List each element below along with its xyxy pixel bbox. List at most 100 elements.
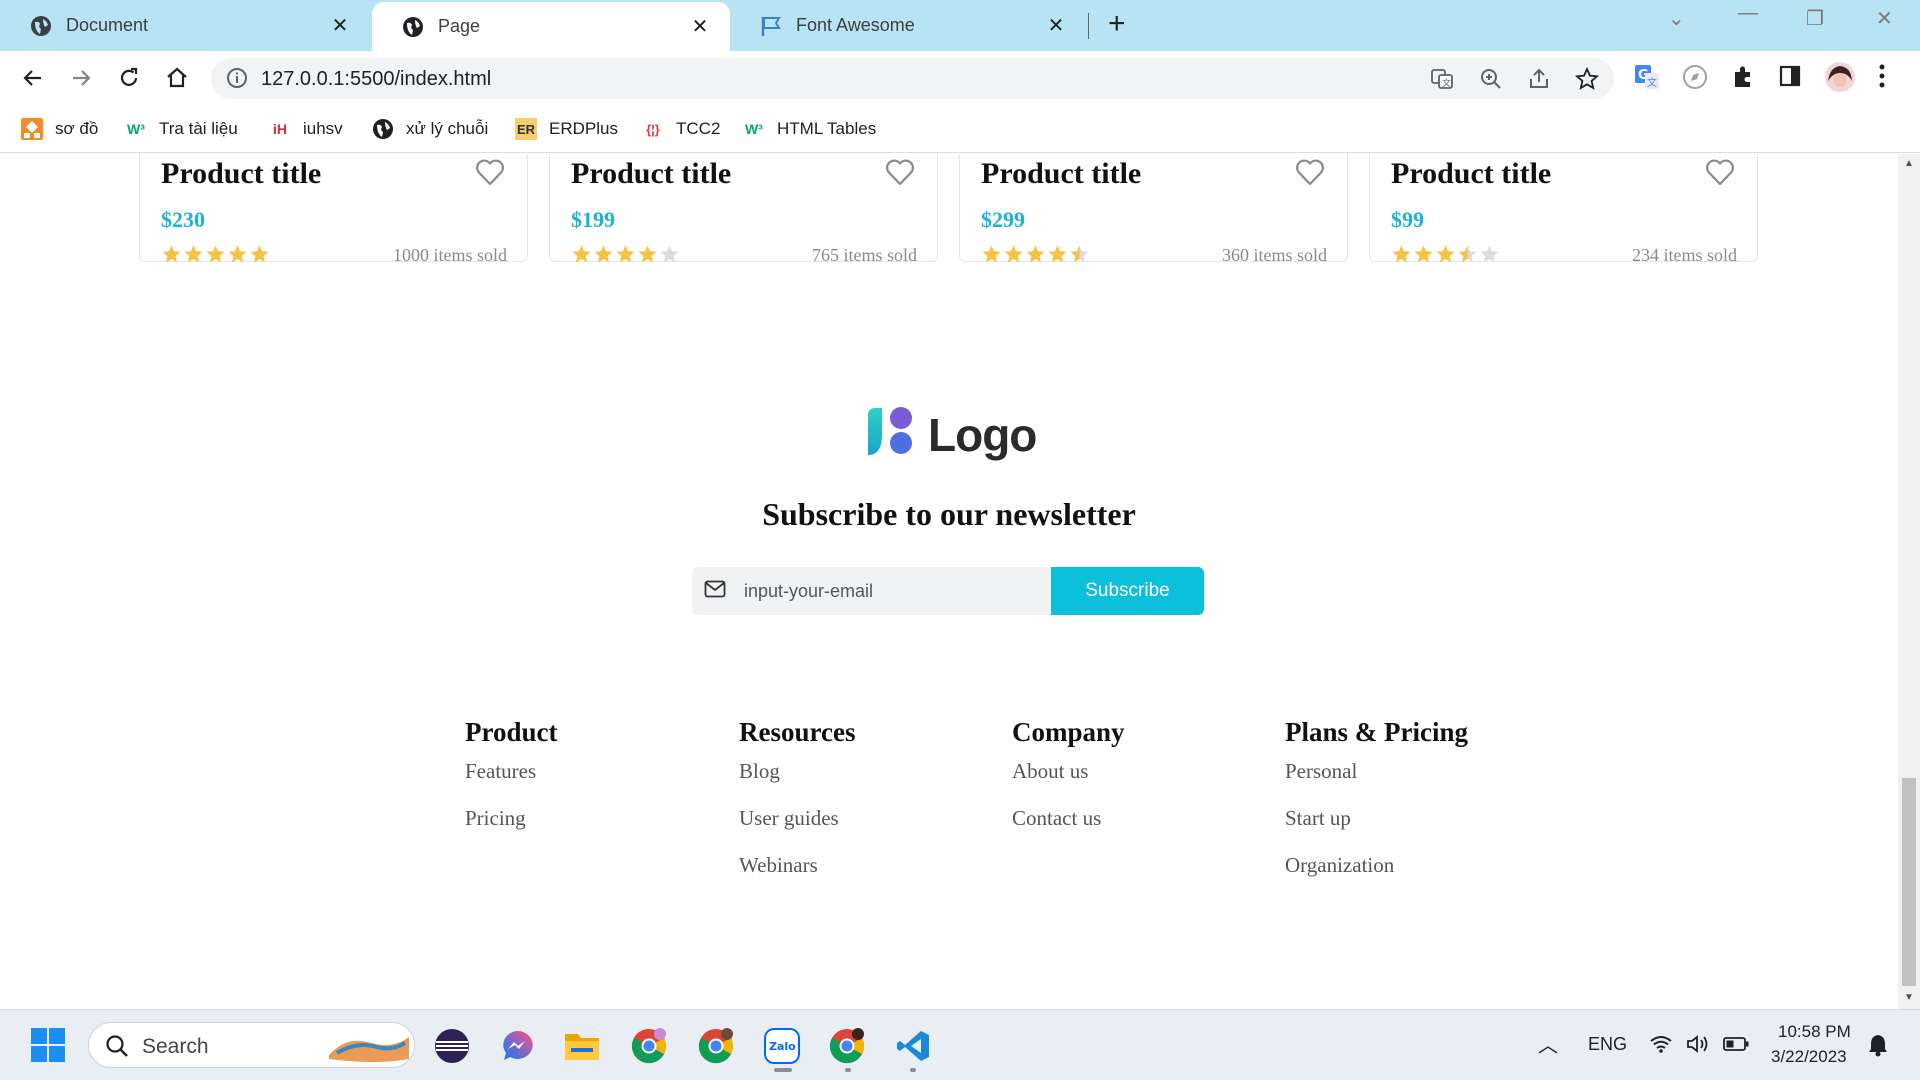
wifi-icon[interactable] — [1649, 1034, 1673, 1059]
scroll-up-icon[interactable]: ▲ — [1904, 158, 1914, 169]
product-title: Product title — [981, 157, 1142, 190]
back-button[interactable] — [18, 63, 48, 93]
menu-icon[interactable] — [1878, 63, 1886, 94]
bookmark-iuhsv[interactable]: iH iuhsv — [269, 115, 343, 143]
new-tab-button[interactable]: + — [1108, 9, 1126, 39]
close-icon[interactable]: ✕ — [1044, 13, 1068, 38]
footer-link[interactable]: About us — [1012, 760, 1125, 783]
footer-link[interactable]: Blog — [739, 760, 855, 783]
notification-icon[interactable] — [1867, 1033, 1889, 1062]
footer-logo[interactable]: Logo — [862, 405, 1037, 464]
product-price: $299 — [981, 207, 1025, 232]
translate-icon[interactable]: 文 — [1430, 67, 1454, 96]
minimize-icon[interactable]: — — [1738, 2, 1758, 25]
diagram-icon — [21, 118, 43, 140]
clock-time[interactable]: 10:58 PM — [1778, 1022, 1851, 1042]
tab-page[interactable]: Page ✕ — [372, 2, 730, 51]
close-window-icon[interactable]: ✕ — [1876, 6, 1893, 31]
close-icon[interactable]: ✕ — [688, 14, 712, 39]
star-icon — [1047, 244, 1068, 270]
footer-link[interactable]: Webinars — [739, 854, 855, 877]
product-card[interactable]: Product title $99 234 items sold — [1369, 154, 1758, 265]
google-translate-icon[interactable]: G文 — [1634, 64, 1660, 95]
file-explorer-icon[interactable] — [563, 1027, 601, 1065]
vscode-app-icon[interactable] — [894, 1027, 932, 1065]
footer-heading: Resources — [739, 717, 856, 747]
footer-link[interactable]: User guides — [739, 807, 855, 830]
footer-link[interactable]: Contact us — [1012, 807, 1125, 830]
product-card[interactable]: Product title $199 765 items sold — [549, 154, 938, 265]
volume-icon[interactable] — [1686, 1034, 1710, 1059]
search-label: Search — [142, 1035, 209, 1058]
footer-link[interactable]: Start up — [1285, 807, 1468, 830]
home-button[interactable] — [162, 63, 192, 93]
running-indicator — [845, 1068, 851, 1072]
bookmark-xu-ly-chuoi[interactable]: xử lý chuỗi — [372, 115, 488, 143]
zalo-app-icon[interactable]: Zalo — [763, 1027, 801, 1065]
star-bookmark-icon[interactable] — [1574, 66, 1600, 96]
page-scrollbar[interactable]: ▲ ▼ — [1898, 154, 1920, 1009]
heart-icon[interactable] — [1295, 158, 1325, 191]
bookmark-so-do[interactable]: sơ đồ — [21, 115, 98, 143]
footer-column-company: Company About us Contact us — [1012, 717, 1125, 854]
email-field[interactable] — [744, 580, 1024, 602]
svg-text:Zalo: Zalo — [769, 1040, 796, 1053]
heart-icon[interactable] — [885, 158, 915, 191]
side-panel-icon[interactable] — [1778, 64, 1802, 93]
reload-button[interactable] — [114, 63, 144, 93]
bookmark-label: ERDPlus — [549, 119, 618, 138]
tab-document[interactable]: Document ✕ — [0, 0, 370, 51]
subscribe-button[interactable]: Subscribe — [1051, 567, 1204, 615]
footer-link[interactable]: Personal — [1285, 760, 1468, 783]
bookmark-erdplus[interactable]: ER ERDPlus — [515, 115, 618, 143]
product-price: $199 — [571, 207, 615, 232]
heart-icon[interactable] — [1705, 158, 1735, 191]
product-card[interactable]: Product title $230 1000 items sold — [139, 154, 528, 265]
star-rating — [981, 244, 1090, 270]
language-indicator[interactable]: ENG — [1588, 1034, 1627, 1055]
restore-icon[interactable]: ❐ — [1806, 6, 1824, 31]
iuh-icon: iH — [273, 121, 287, 137]
footer-link[interactable]: Pricing — [465, 807, 558, 830]
forward-button[interactable] — [66, 63, 96, 93]
star-icon — [161, 244, 182, 270]
w3-icon: W³ — [127, 121, 145, 137]
tab-title: Page — [438, 16, 481, 36]
taskbar-search[interactable]: Search — [88, 1022, 415, 1068]
info-icon[interactable] — [226, 67, 248, 94]
chrome-profile-icon[interactable] — [697, 1027, 735, 1065]
profile-avatar[interactable] — [1824, 61, 1856, 98]
chevron-up-icon[interactable]: ︿ — [1538, 1029, 1558, 1058]
envelope-icon — [704, 580, 726, 603]
compass-icon[interactable] — [1682, 64, 1708, 95]
chrome-app-icon[interactable] — [828, 1027, 866, 1065]
bookmark-tra-tai-lieu[interactable]: W³ Tra tài liệu — [125, 115, 238, 143]
close-icon[interactable]: ✕ — [328, 13, 352, 38]
clock-date[interactable]: 3/22/2023 — [1771, 1047, 1847, 1067]
tab-font-awesome[interactable]: Font Awesome ✕ — [730, 0, 1086, 51]
battery-icon[interactable] — [1723, 1036, 1749, 1057]
star-icon — [659, 244, 680, 270]
scroll-thumb[interactable] — [1902, 778, 1916, 986]
bookmark-html-tables[interactable]: W³ HTML Tables — [743, 115, 876, 143]
share-icon[interactable] — [1527, 67, 1551, 96]
scroll-down-icon[interactable]: ▼ — [1904, 992, 1914, 1003]
footer-link[interactable]: Organization — [1285, 854, 1468, 877]
bookmark-label: iuhsv — [303, 119, 343, 138]
zoom-icon[interactable] — [1479, 67, 1503, 96]
extensions-icon[interactable] — [1730, 64, 1756, 95]
star-icon — [981, 244, 1002, 270]
footer-link[interactable]: Features — [465, 760, 558, 783]
heart-icon[interactable] — [475, 158, 505, 191]
eclipse-app-icon[interactable] — [433, 1027, 471, 1065]
chrome-profile-icon[interactable] — [630, 1027, 668, 1065]
chevron-down-icon[interactable]: ⌄ — [1668, 6, 1685, 31]
star-icon — [1003, 244, 1024, 270]
address-bar[interactable]: 127.0.0.1:5500/index.html 文 — [211, 58, 1614, 99]
windows-start-icon[interactable] — [31, 1028, 65, 1067]
tab-strip: Document ✕ Page ✕ Font Awesome ✕ + ⌄ — ❐… — [0, 0, 1920, 51]
product-card[interactable]: Product title $299 360 items sold — [959, 154, 1348, 265]
messenger-app-icon[interactable] — [498, 1027, 536, 1065]
bookmark-tcc2[interactable]: {¦} TCC2 — [642, 115, 720, 143]
footer-heading: Company — [1012, 717, 1125, 747]
